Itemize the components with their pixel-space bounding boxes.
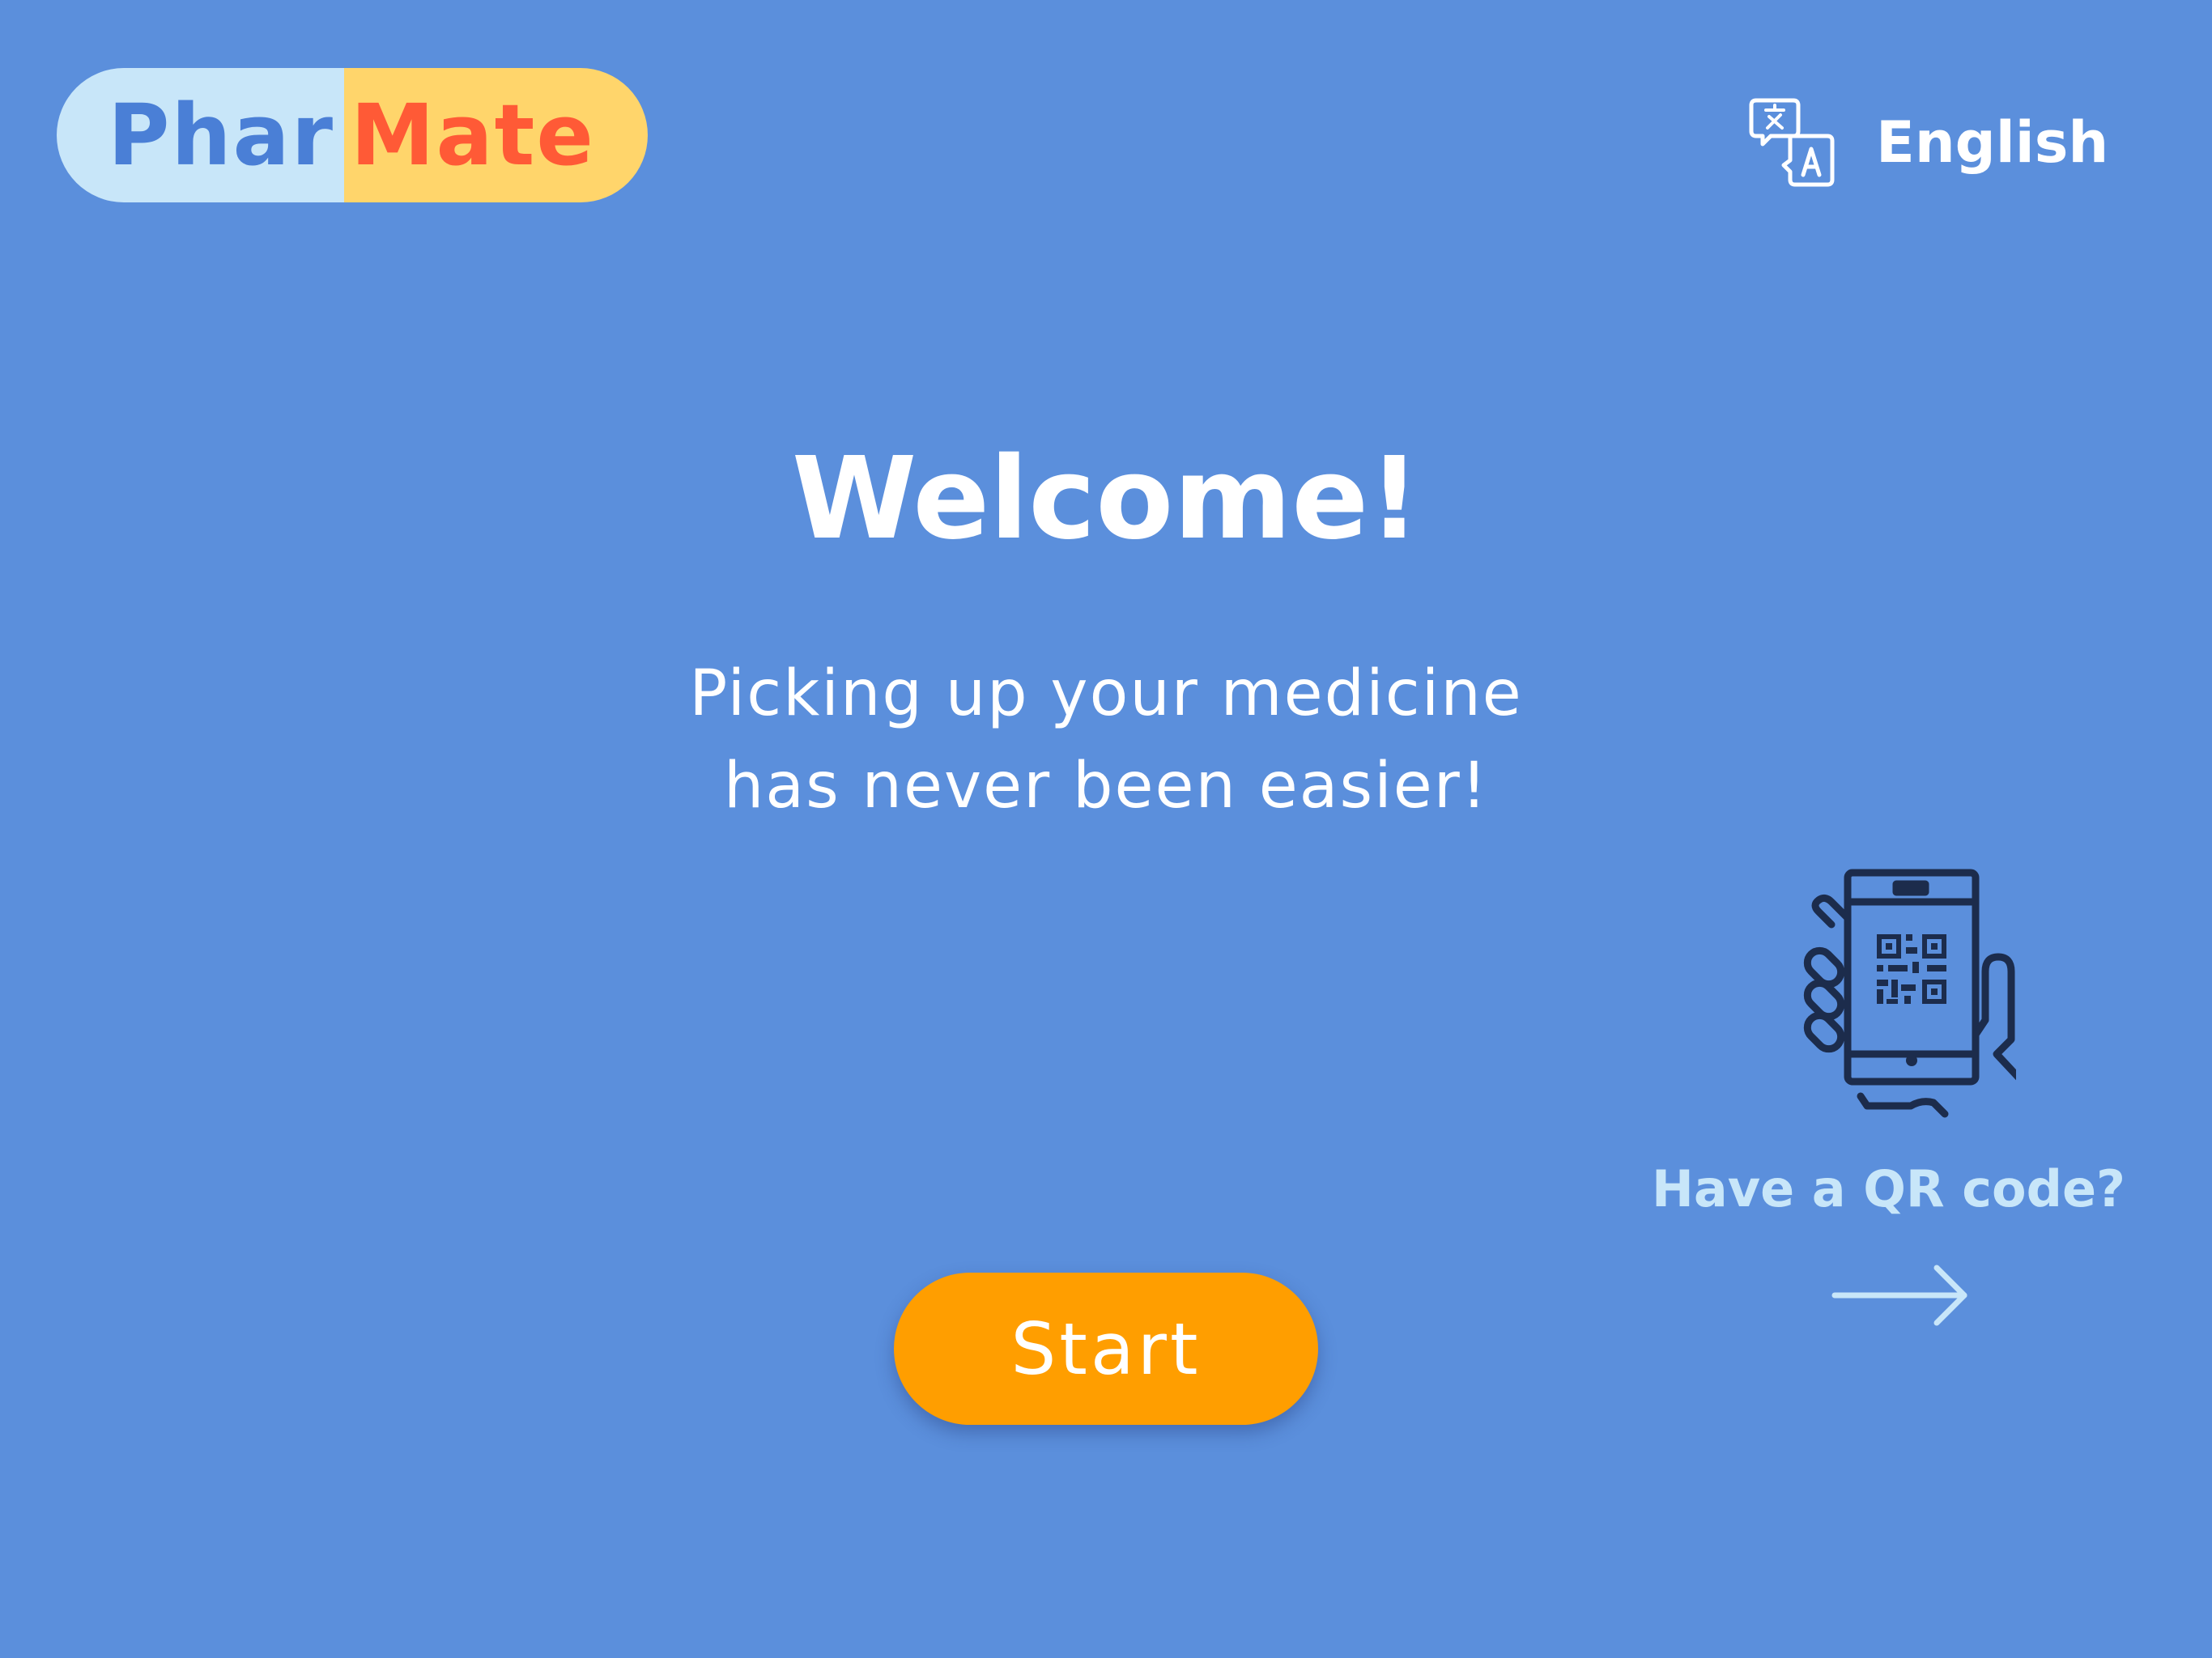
start-button[interactable]: Start [894, 1273, 1318, 1425]
welcome-title: Welcome! [791, 433, 1421, 565]
subtitle-line-1: Picking up your medicine [689, 657, 1523, 730]
logo-text-phar: Phar [108, 86, 334, 185]
welcome-subtitle: Picking up your medicine has never been … [0, 648, 2212, 832]
qr-code-label: Have a QR code? [1652, 1159, 2125, 1218]
arrow-right-icon[interactable] [1830, 1263, 1976, 1328]
welcome-screen: Phar Mate English Welcome! Picking up yo… [0, 0, 2212, 1658]
hand-phone-qr-icon [1803, 869, 2016, 1118]
qr-code-entry[interactable]: Have a QR code? [1652, 866, 2154, 1352]
language-selector[interactable]: English [1745, 94, 2108, 191]
pharmate-logo: Phar Mate [57, 68, 648, 202]
translate-icon [1749, 98, 1835, 187]
logo-text-mate: Mate [351, 86, 595, 185]
logo-left-half: Phar [57, 68, 344, 202]
subtitle-line-2: has never been easier! [723, 750, 1489, 823]
logo-right-half: Mate [344, 68, 648, 202]
language-label: English [1876, 109, 2109, 176]
